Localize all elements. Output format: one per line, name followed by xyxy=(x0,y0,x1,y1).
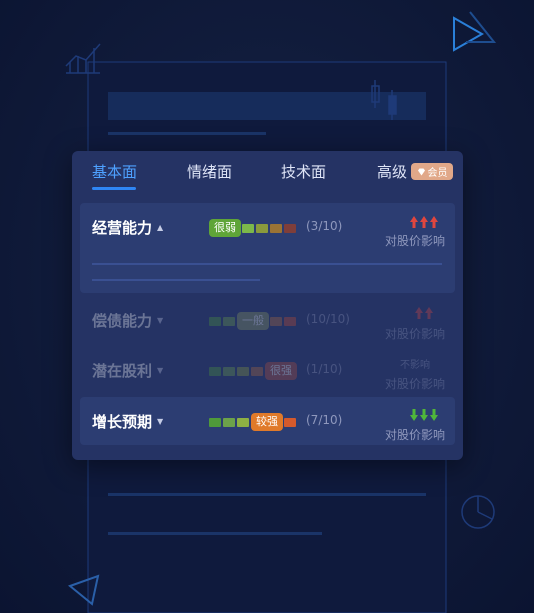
arrow-up-icon xyxy=(410,216,438,228)
meter-segment xyxy=(223,317,235,326)
row-potential-dividend[interactable]: 潜在股利 ▼ 很强 (1/10) 不影响 对股价影响 xyxy=(80,346,455,394)
meter-segment xyxy=(284,224,296,233)
impact-label: 对股价影响 xyxy=(384,234,445,248)
meter-segment xyxy=(284,418,296,427)
meter-segment xyxy=(209,418,221,427)
vip-badge[interactable]: 会员 xyxy=(411,163,453,180)
row-operating-ability[interactable]: 经营能力 ▲ 很弱 (3/10) 对股价影响 xyxy=(80,203,455,293)
row-solvency[interactable]: 偿债能力 ▼ 一般 (10/10) 对股价影响 xyxy=(80,296,455,344)
score-text: (1/10) xyxy=(306,362,343,376)
meter-segment xyxy=(209,367,221,376)
arrow-up-icon xyxy=(415,307,433,319)
caret-up-icon: ▲ xyxy=(157,223,164,232)
level-pill: 很弱 xyxy=(209,219,241,237)
caret-down-icon: ▼ xyxy=(157,316,164,325)
meter-segment xyxy=(237,418,249,427)
score-text: (7/10) xyxy=(306,413,343,427)
row-label: 偿债能力 ▼ xyxy=(92,312,164,330)
tab-advanced[interactable]: 高级 xyxy=(377,161,407,182)
meter-segment xyxy=(256,224,268,233)
level-pill: 一般 xyxy=(237,312,269,330)
play-triangle-icon xyxy=(453,11,497,52)
meter-segment xyxy=(237,367,249,376)
meter-segment xyxy=(242,224,254,233)
vip-badge-label: 会员 xyxy=(427,168,448,179)
level-pill: 较强 xyxy=(251,413,283,431)
row-growth-expectation[interactable]: 增长预期 ▼ 较强 (7/10) 对股价影响 xyxy=(80,397,455,445)
tab-technical[interactable]: 技术面 xyxy=(281,161,326,182)
meter-segment xyxy=(223,367,235,376)
meter-segment xyxy=(284,317,296,326)
meter-segment xyxy=(270,224,282,233)
level-pill: 很强 xyxy=(265,362,297,380)
row-label: 潜在股利 ▼ xyxy=(92,362,164,380)
score-text: (10/10) xyxy=(306,312,350,326)
meter-segment xyxy=(209,317,221,326)
fundamentals-card: 基本面 情绪面 技术面 高级 会员 经营能力▲ 很弱 (3/10) 对股价影响 xyxy=(72,151,463,460)
meter-segment xyxy=(223,418,235,427)
impact-top-text: 不影响 xyxy=(400,360,430,371)
caret-down-icon: ▼ xyxy=(157,366,164,375)
active-tab-indicator xyxy=(92,187,136,190)
impact-label: 对股价影响 xyxy=(384,327,445,341)
impact-label: 对股价影响 xyxy=(384,428,445,442)
score-text: (3/10) xyxy=(306,219,343,233)
tab-sentiment[interactable]: 情绪面 xyxy=(187,161,232,182)
impact-label: 对股价影响 xyxy=(384,377,445,391)
expanded-detail xyxy=(92,263,442,281)
pie-chart-icon xyxy=(461,495,495,529)
caret-down-icon: ▼ xyxy=(157,417,164,426)
diamond-icon xyxy=(417,168,425,175)
tab-fundamentals[interactable]: 基本面 xyxy=(92,161,137,182)
meter-segment xyxy=(251,367,263,376)
tab-bar: 基本面 情绪面 技术面 高级 会员 xyxy=(72,151,463,191)
row-label: 增长预期 ▼ xyxy=(92,413,164,431)
arrow-down-icon xyxy=(410,409,438,421)
row-label: 经营能力 ▲ xyxy=(92,219,164,237)
meter-segment xyxy=(270,317,282,326)
